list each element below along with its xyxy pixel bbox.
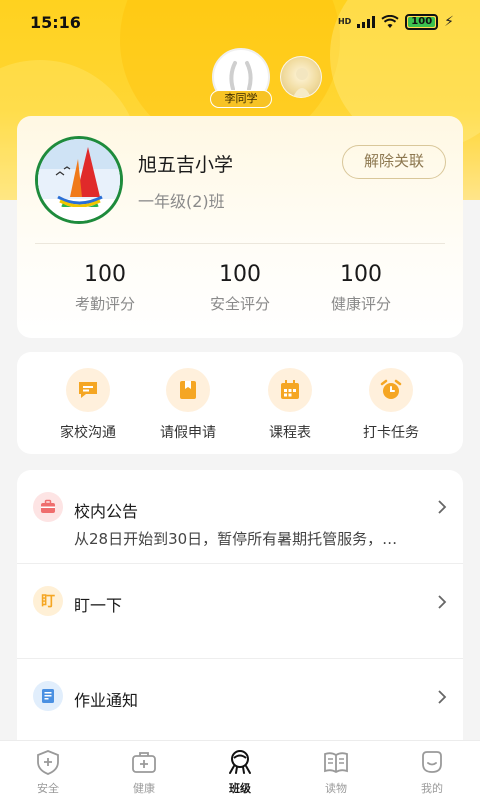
profile-icon xyxy=(422,751,442,773)
chevron-right-icon xyxy=(438,595,447,609)
homework-title: 作业通知 xyxy=(74,691,139,710)
chevron-right-icon xyxy=(438,500,447,514)
status-bar: 15:16 HD 100 ⚡ xyxy=(0,0,480,44)
nav-item-safety[interactable]: 安全 xyxy=(0,741,96,800)
school-logo xyxy=(35,136,123,224)
score-label: 健康评分 xyxy=(330,295,391,313)
medical-kit-icon xyxy=(132,752,156,773)
list-item-ding[interactable]: 盯 盯一下 xyxy=(17,564,463,658)
quick-actions: 家校沟通 请假申请 课程表 打卡任务 xyxy=(17,352,463,454)
class-icon xyxy=(229,750,251,774)
info-list: 校内公告 从28日开始到30日，暂停所有暑期托管服务，… 盯 盯一下 作业通知 xyxy=(17,470,463,750)
divider xyxy=(35,243,445,244)
class-name: 一年级(2)班 xyxy=(138,192,225,211)
score-value: 100 xyxy=(84,262,126,287)
list-item-homework[interactable]: 作业通知 xyxy=(17,659,463,749)
document-icon xyxy=(33,681,63,711)
nav-label: 我的 xyxy=(421,782,443,795)
status-time: 15:16 xyxy=(30,12,81,32)
health-score: 100 健康评分 xyxy=(301,262,421,314)
book-icon xyxy=(324,752,348,774)
nav-item-reading[interactable]: 读物 xyxy=(288,741,384,800)
battery-icon: 100 xyxy=(405,14,439,30)
notice-title: 校内公告 xyxy=(74,502,139,521)
hd-badge: HD xyxy=(337,17,352,26)
ding-icon: 盯 xyxy=(33,586,63,616)
school-name: 旭五吉小学 xyxy=(138,154,234,176)
student-name-tag[interactable]: 李同学 xyxy=(210,90,272,108)
action-label: 家校沟通 xyxy=(60,425,116,441)
ding-title: 盯一下 xyxy=(74,596,123,615)
chevron-right-icon xyxy=(438,690,447,704)
attendance-score: 100 考勤评分 xyxy=(45,262,165,314)
leave-icon xyxy=(166,368,210,412)
notice-preview: 从28日开始到30日，暂停所有暑期托管服务，… xyxy=(74,530,398,548)
unbind-button[interactable]: 解除关联 xyxy=(342,145,446,179)
nav-item-mine[interactable]: 我的 xyxy=(384,741,480,800)
action-check-in-task[interactable]: 打卡任务 xyxy=(341,368,441,442)
action-leave-request[interactable]: 请假申请 xyxy=(138,368,238,442)
action-home-school-chat[interactable]: 家校沟通 xyxy=(38,368,138,442)
nav-label: 安全 xyxy=(37,782,59,795)
briefcase-icon xyxy=(33,492,63,522)
battery-level: 100 xyxy=(408,17,436,27)
score-label: 考勤评分 xyxy=(74,295,135,313)
nav-item-class[interactable]: 班级 xyxy=(192,741,288,800)
safety-score: 100 安全评分 xyxy=(180,262,300,314)
second-student-avatar[interactable] xyxy=(280,56,322,98)
school-card: 旭五吉小学 一年级(2)班 解除关联 100 考勤评分 100 安全评分 100… xyxy=(17,116,463,338)
shield-icon xyxy=(37,750,59,775)
ding-icon-text: 盯 xyxy=(41,594,55,610)
action-label: 打卡任务 xyxy=(363,425,419,441)
nav-label: 读物 xyxy=(325,782,347,795)
action-timetable[interactable]: 课程表 xyxy=(240,368,340,442)
score-value: 100 xyxy=(340,262,382,287)
calendar-icon xyxy=(268,368,312,412)
nav-label: 健康 xyxy=(133,782,155,795)
nav-label: 班级 xyxy=(229,782,251,795)
score-value: 100 xyxy=(219,262,261,287)
signal-icon xyxy=(357,16,376,28)
action-label: 课程表 xyxy=(269,425,311,441)
bottom-nav: 安全 健康 班级 读物 我的 xyxy=(0,740,480,800)
charging-icon: ⚡ xyxy=(444,14,454,30)
list-item-school-notice[interactable]: 校内公告 从28日开始到30日，暂停所有暑期托管服务，… xyxy=(17,470,463,563)
score-label: 安全评分 xyxy=(209,295,270,313)
alarm-clock-icon xyxy=(369,368,413,412)
action-label: 请假申请 xyxy=(160,425,216,441)
wifi-icon xyxy=(381,15,399,28)
nav-item-health[interactable]: 健康 xyxy=(96,741,192,800)
chat-icon xyxy=(66,368,110,412)
